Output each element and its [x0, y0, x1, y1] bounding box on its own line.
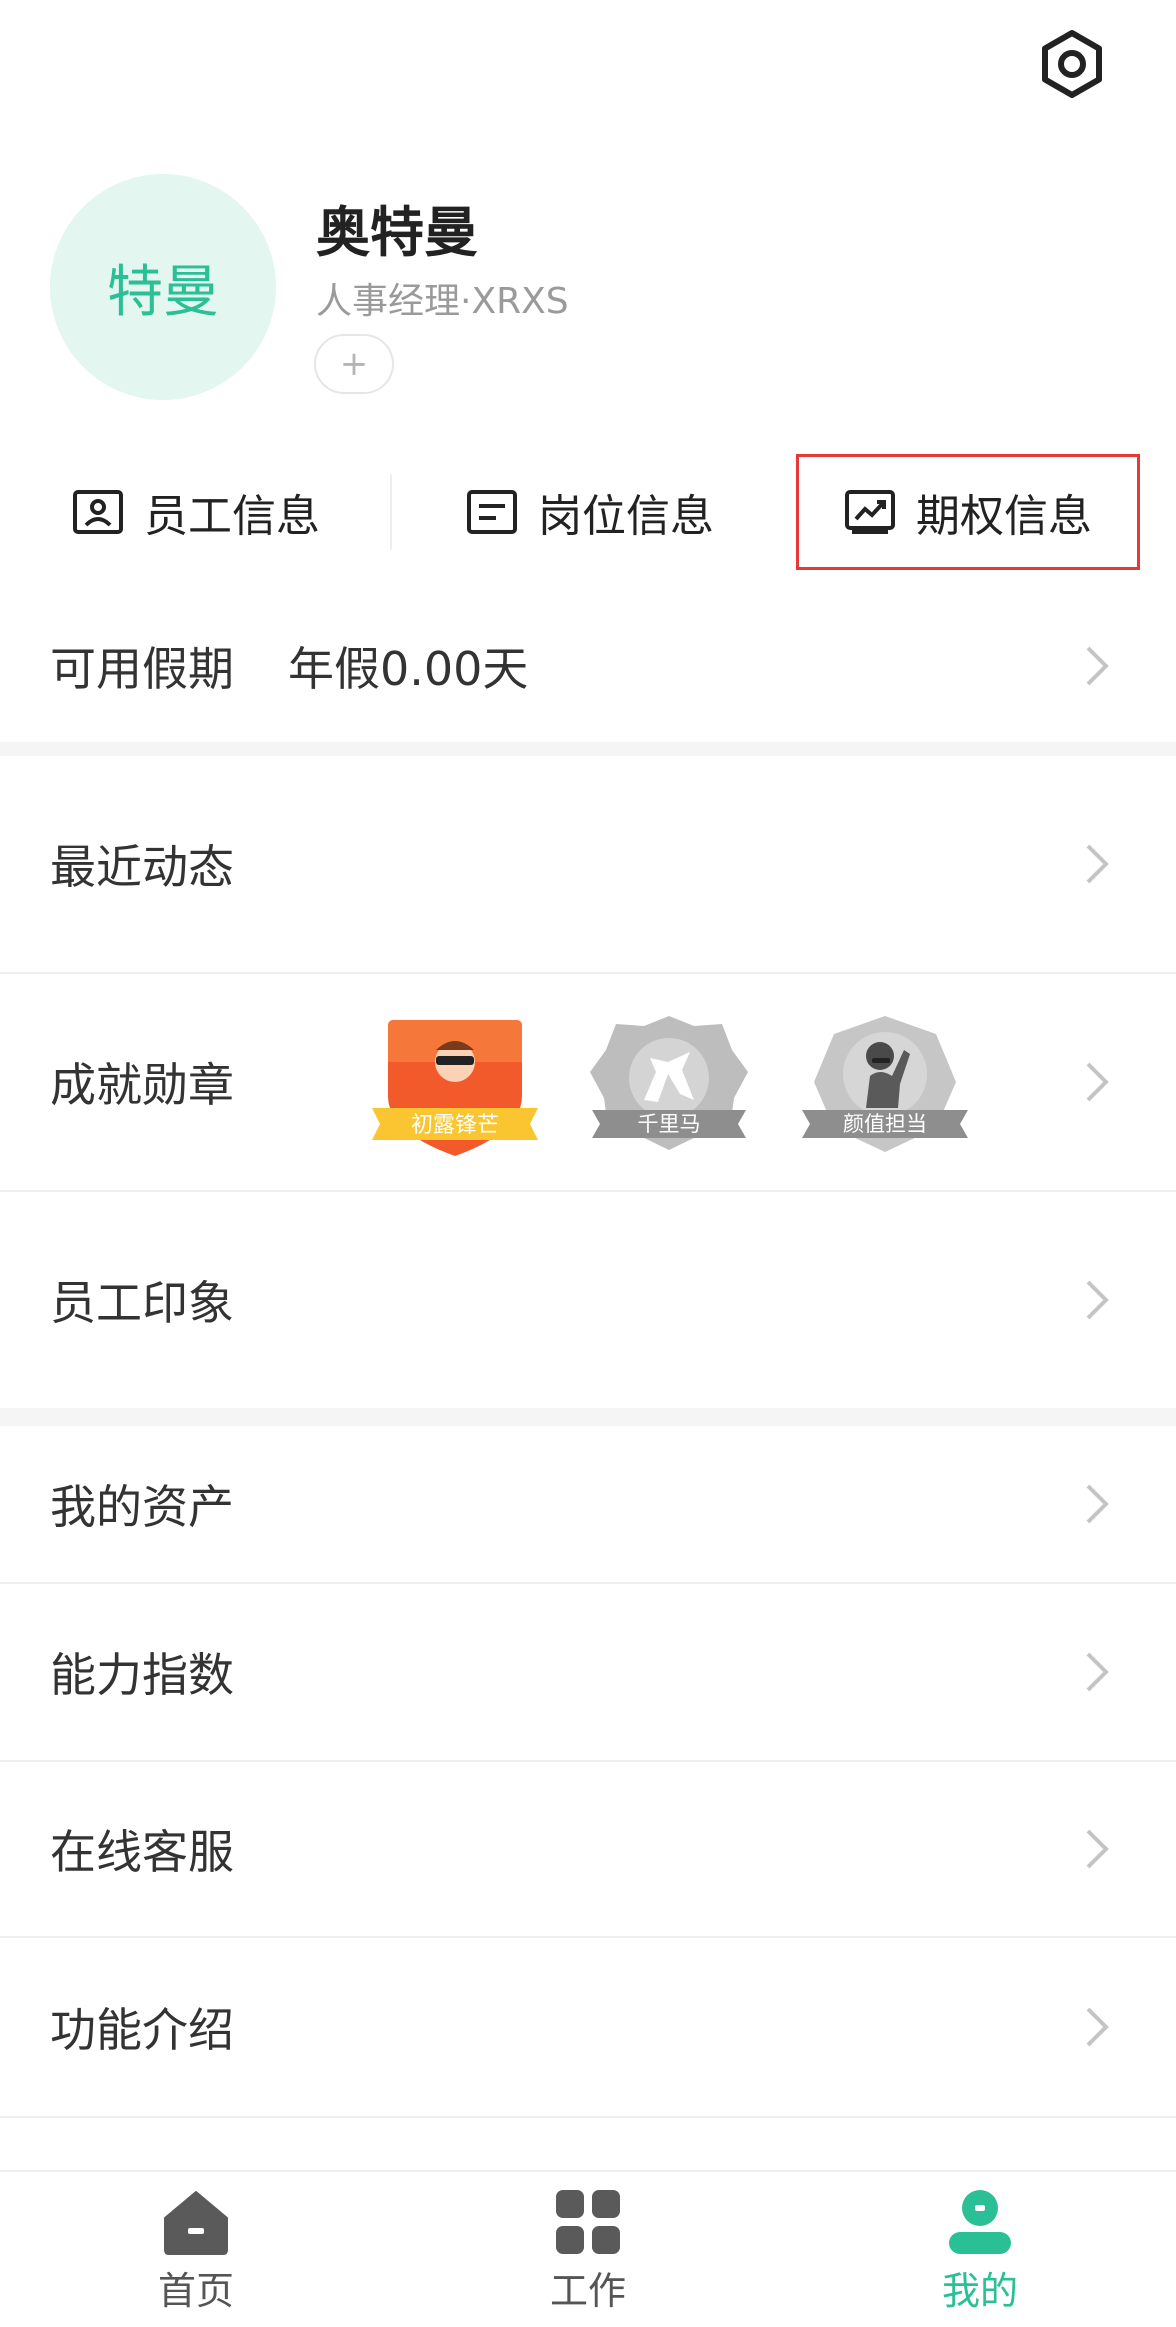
- employee-impression-label: 员工印象: [50, 1276, 234, 1330]
- tab-mine[interactable]: 我的: [784, 2172, 1176, 2327]
- id-card-icon: [73, 490, 123, 534]
- badge-beauty[interactable]: 颜值担当: [800, 1012, 970, 1160]
- chart-icon: [845, 490, 895, 534]
- list-item-recent-activity[interactable]: 最近动态: [0, 756, 1176, 974]
- person-icon: [866, 1042, 894, 1070]
- vacation-value: 年假0.00天: [288, 642, 529, 696]
- document-icon: [467, 490, 517, 534]
- tab-employee-info[interactable]: 员工信息: [30, 454, 362, 570]
- user-role: 人事经理·XRXS: [316, 281, 569, 322]
- user-name: 奥特曼: [316, 201, 478, 264]
- avatar[interactable]: 特曼: [50, 174, 276, 400]
- bottom-tab-bar: 首页 工作 我的: [0, 2170, 1176, 2327]
- settings-icon: [1042, 30, 1102, 98]
- section-gap: [0, 1408, 1176, 1426]
- vacation-label: 可用假期: [50, 642, 234, 696]
- badge-swift-horse-label: 千里马: [638, 1112, 701, 1136]
- online-service-label: 在线客服: [50, 1825, 234, 1879]
- tab-position-info[interactable]: 岗位信息: [424, 454, 756, 570]
- tab-home[interactable]: 首页: [0, 2172, 392, 2327]
- person-icon: [949, 2190, 1011, 2254]
- tab-work[interactable]: 工作: [392, 2172, 784, 2327]
- chevron-right-icon: [1086, 646, 1109, 686]
- feature-intro-label: 功能介绍: [50, 2003, 234, 2057]
- home-icon: [164, 2191, 228, 2255]
- chevron-right-icon: [1086, 2007, 1109, 2047]
- tab-work-label: 工作: [549, 2269, 626, 2313]
- tab-option-info[interactable]: 期权信息: [796, 454, 1140, 570]
- my-assets-label: 我的资产: [50, 1480, 234, 1534]
- chevron-right-icon: [1086, 1829, 1109, 1869]
- recent-activity-label: 最近动态: [50, 840, 234, 894]
- grid-icon: [556, 2190, 620, 2254]
- tab-option-info-label: 期权信息: [916, 491, 1092, 542]
- section-gap: [0, 742, 1176, 756]
- tab-mine-label: 我的: [941, 2269, 1018, 2313]
- tab-position-info-label: 岗位信息: [538, 491, 714, 542]
- vacation-row[interactable]: 可用假期 年假0.00天: [0, 590, 1176, 742]
- badge-swift-horse[interactable]: 千里马: [584, 1012, 754, 1160]
- badge-first-glimpse-label: 初露锋芒: [411, 1113, 499, 1138]
- achievement-badges-label: 成就勋章: [50, 1058, 234, 1112]
- quick-tabs: 员工信息 岗位信息 期权信息: [0, 454, 1176, 570]
- badge-first-glimpse[interactable]: 初露锋芒: [370, 1012, 540, 1160]
- list-item-employee-impression[interactable]: 员工印象: [0, 1192, 1176, 1408]
- tab-home-label: 首页: [157, 2269, 234, 2313]
- settings-button[interactable]: [1034, 26, 1110, 102]
- ability-index-label: 能力指数: [50, 1648, 234, 1702]
- chevron-right-icon: [1086, 1652, 1109, 1692]
- chevron-right-icon: [1086, 844, 1109, 884]
- add-tag-button[interactable]: +: [314, 334, 394, 394]
- chevron-right-icon: [1086, 1062, 1109, 1102]
- divider: [390, 474, 392, 550]
- badge-beauty-label: 颜值担当: [843, 1112, 927, 1136]
- plus-icon: +: [339, 344, 369, 384]
- avatar-text: 特曼: [107, 259, 219, 325]
- list-item-ability-index[interactable]: 能力指数: [0, 1584, 1176, 1762]
- list-item-online-service[interactable]: 在线客服: [0, 1762, 1176, 1938]
- chevron-right-icon: [1086, 1484, 1109, 1524]
- list-item-my-assets[interactable]: 我的资产: [0, 1426, 1176, 1584]
- list-item-feature-intro[interactable]: 功能介绍: [0, 1938, 1176, 2118]
- chevron-right-icon: [1086, 1280, 1109, 1320]
- tab-employee-info-label: 员工信息: [144, 491, 320, 542]
